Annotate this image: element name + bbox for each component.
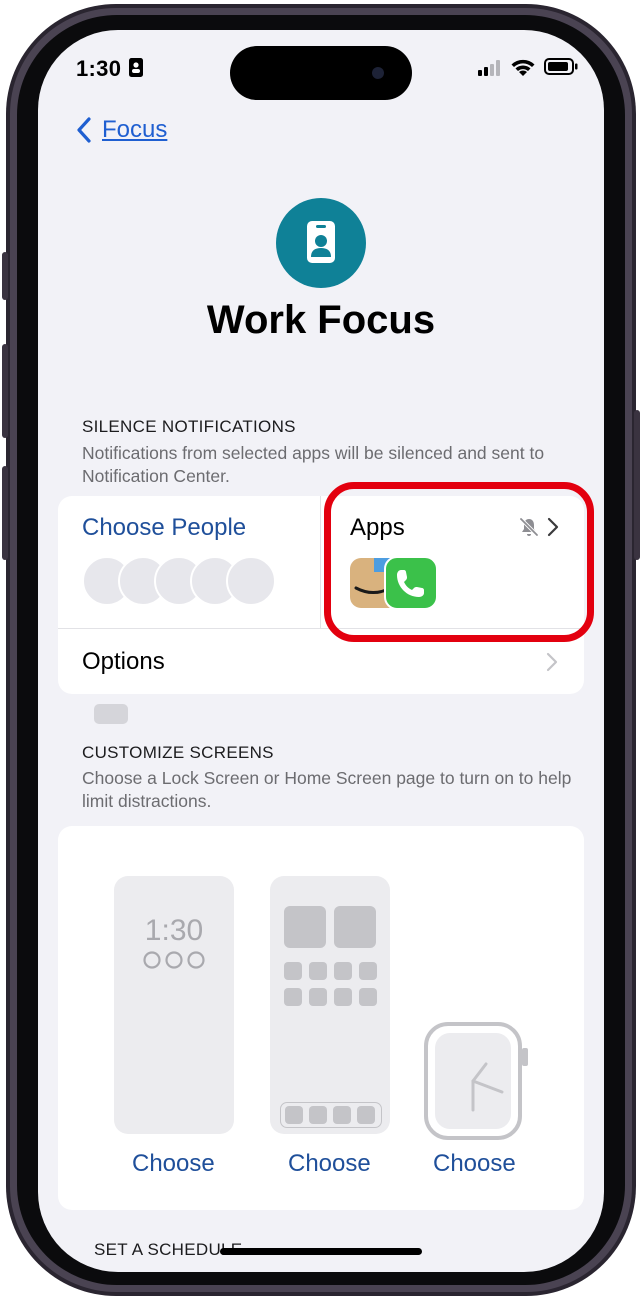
apps-highlight-annotation xyxy=(324,482,594,642)
dock-app-placeholder xyxy=(285,1106,303,1124)
app-placeholder xyxy=(359,962,377,980)
choose-home-screen-button[interactable]: Choose xyxy=(288,1150,371,1178)
lock-screen-preview[interactable]: 1:30 xyxy=(114,876,234,1134)
placeholder-pill xyxy=(94,704,128,724)
lock-screen-time: 1:30 xyxy=(144,914,204,947)
dock-app-placeholder xyxy=(333,1106,351,1124)
app-placeholder xyxy=(334,962,352,980)
section-heading-silence: SILENCE NOTIFICATIONS xyxy=(82,417,296,436)
widget-circles-icon xyxy=(143,951,205,969)
back-button[interactable]: Focus xyxy=(76,116,167,144)
app-placeholder xyxy=(284,988,302,1006)
volume-up-button xyxy=(2,344,8,438)
choose-watch-face-button[interactable]: Choose xyxy=(433,1150,516,1178)
app-placeholder xyxy=(359,988,377,1006)
section-description-customize: Choose a Lock Screen or Home Screen page… xyxy=(82,768,572,811)
wifi-icon xyxy=(511,59,535,76)
watch-face-preview[interactable] xyxy=(422,1020,532,1142)
widget-placeholder xyxy=(284,906,326,948)
options-label: Options xyxy=(82,648,165,675)
camera-lens xyxy=(372,67,384,79)
customize-screens-card: 1:30 Choose Choose Choose xyxy=(58,826,584,1210)
choose-people-label: Choose People xyxy=(82,514,247,541)
choose-people-cell[interactable]: Choose People xyxy=(58,496,320,628)
chevron-right-icon xyxy=(546,652,558,672)
back-label: Focus xyxy=(102,116,168,143)
section-heading-customize: CUSTOMIZE SCREENS xyxy=(82,743,274,762)
id-card-icon xyxy=(129,58,143,77)
avatar-placeholder xyxy=(226,556,276,606)
action-button xyxy=(2,252,8,300)
choose-lock-screen-button[interactable]: Choose xyxy=(132,1150,215,1178)
app-placeholder xyxy=(309,988,327,1006)
battery-icon xyxy=(544,58,578,75)
screen: 1:30 Focus Work Focus SILENCE NOTIFICATI… xyxy=(38,30,604,1272)
dynamic-island xyxy=(230,46,412,100)
chevron-left-icon xyxy=(77,117,91,143)
app-placeholder xyxy=(334,988,352,1006)
widget-placeholder xyxy=(334,906,376,948)
dock-app-placeholder xyxy=(357,1106,375,1124)
app-placeholder xyxy=(284,962,302,980)
cellular-signal-icon xyxy=(478,60,500,76)
volume-down-button xyxy=(2,466,8,560)
id-badge-icon xyxy=(307,221,335,263)
home-screen-preview[interactable] xyxy=(270,876,390,1134)
home-indicator[interactable] xyxy=(220,1248,422,1255)
power-button xyxy=(634,410,640,560)
page-title: Work Focus xyxy=(206,298,436,342)
dock-app-placeholder xyxy=(309,1106,327,1124)
app-placeholder xyxy=(309,962,327,980)
status-time: 1:30 xyxy=(76,56,122,81)
dock-placeholder xyxy=(280,1102,382,1128)
work-focus-icon xyxy=(276,198,366,288)
